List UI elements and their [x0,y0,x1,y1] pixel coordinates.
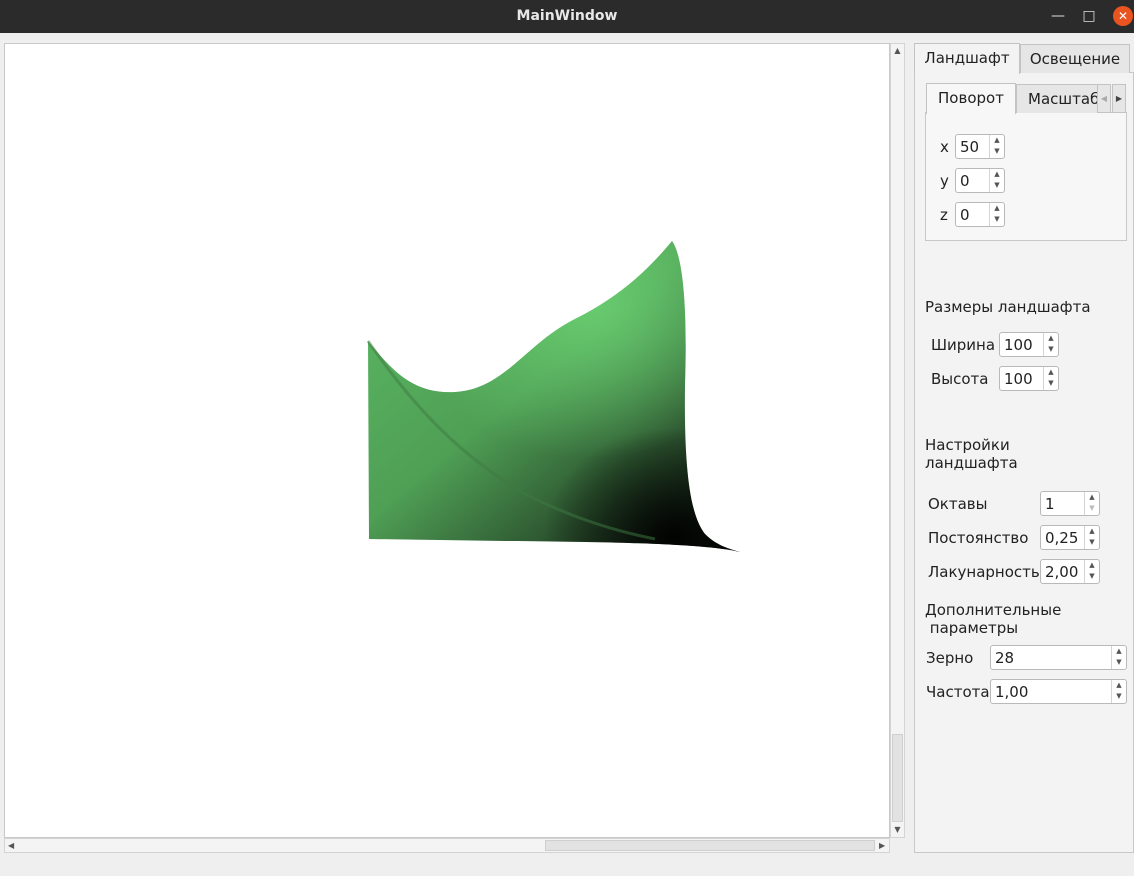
spin-up-icon[interactable]: ▲ [990,169,1004,180]
height-spinbox[interactable]: 100 ▲ ▼ [999,366,1059,391]
spin-down-icon[interactable]: ▼ [990,146,1004,157]
width-value: 100 [1004,336,1033,354]
frequency-label: Частота [926,683,990,701]
spin-down-icon[interactable]: ▼ [1085,503,1099,514]
persistence-value: 0,25 [1045,529,1079,547]
seed-value: 28 [995,649,1015,667]
tab-rotation[interactable]: Поворот [926,83,1016,114]
scroll-up-icon[interactable]: ▲ [891,46,904,55]
spin-down-icon[interactable]: ▼ [1044,378,1058,389]
size-heading: Размеры ландшафта [925,298,1091,316]
tab-right-arrow-icon[interactable]: ▶ [1112,84,1126,113]
frequency-spinbox[interactable]: 1,00 ▲ ▼ [990,679,1127,704]
spin-up-icon[interactable]: ▲ [1112,646,1126,657]
rotation-z-spinbox[interactable]: 0 ▲ ▼ [955,202,1005,227]
rotation-z-label: z [940,206,948,224]
width-label: Ширина [931,336,996,354]
spin-up-icon[interactable]: ▲ [990,135,1004,146]
tab-left-arrow-icon[interactable]: ◀ [1097,84,1111,113]
rotation-x-label: x [940,138,949,156]
horizontal-scrollbar[interactable]: ◀ ▶ [4,838,890,853]
width-spinbox[interactable]: 100 ▲ ▼ [999,332,1059,357]
spin-down-icon[interactable]: ▼ [990,214,1004,225]
lacunarity-value: 2,00 [1045,563,1079,581]
extra-heading-line1: Дополнительные [925,601,1062,619]
spin-up-icon[interactable]: ▲ [1044,367,1058,378]
seed-spinbox[interactable]: 28 ▲ ▼ [990,645,1127,670]
spin-up-icon[interactable]: ▲ [1044,333,1058,344]
scroll-left-icon[interactable]: ◀ [8,839,14,852]
scroll-down-icon[interactable]: ▼ [891,825,904,834]
spin-up-icon[interactable]: ▲ [1085,560,1099,571]
spin-down-icon[interactable]: ▼ [1044,344,1058,355]
spin-up-icon[interactable]: ▲ [1085,492,1099,503]
terrain-mesh [366,241,740,552]
horizontal-scroll-thumb[interactable] [545,840,875,851]
spin-up-icon[interactable]: ▲ [990,203,1004,214]
rotation-x-value: 50 [960,138,980,156]
spin-down-icon[interactable]: ▼ [1085,571,1099,582]
rotation-y-value: 0 [960,172,970,190]
spin-down-icon[interactable]: ▼ [1112,657,1126,668]
close-icon[interactable]: ✕ [1113,6,1133,26]
frequency-value: 1,00 [995,683,1029,701]
height-label: Высота [931,370,989,388]
octaves-value: 1 [1045,495,1055,513]
spin-down-icon[interactable]: ▼ [1085,537,1099,548]
octaves-label: Октавы [928,495,988,513]
seed-label: Зерно [926,649,974,667]
rotation-z-value: 0 [960,206,970,224]
tab-lighting[interactable]: Освещение [1020,44,1130,73]
tab-scroll-arrows: ◀ ▶ [1097,84,1127,113]
maximize-icon[interactable]: □ [1079,6,1099,26]
rotation-x-spinbox[interactable]: 50 ▲ ▼ [955,134,1005,159]
spin-up-icon[interactable]: ▲ [1085,526,1099,537]
settings-heading-line2: ландшафта [925,454,1018,472]
lacunarity-label: Лакунарность [928,563,1040,581]
vertical-scroll-thumb[interactable] [892,734,903,822]
rotation-y-label: y [940,172,949,190]
extra-heading-line2: параметры [925,619,1019,637]
persistence-label: Постоянство [928,529,1029,547]
lacunarity-spinbox[interactable]: 2,00 ▲ ▼ [1040,559,1100,584]
rotation-y-spinbox[interactable]: 0 ▲ ▼ [955,168,1005,193]
height-value: 100 [1004,370,1033,388]
title-bar: MainWindow — □ ✕ [0,0,1134,33]
spin-down-icon[interactable]: ▼ [1112,691,1126,702]
scroll-right-icon[interactable]: ▶ [879,839,885,852]
tab-scale[interactable]: Масштаб [1016,84,1102,113]
tab-landscape[interactable]: Ландшафт [914,43,1020,74]
octaves-spinbox[interactable]: 1 ▲ ▼ [1040,491,1100,516]
vertical-scrollbar[interactable]: ▲ ▼ [890,43,905,838]
persistence-spinbox[interactable]: 0,25 ▲ ▼ [1040,525,1100,550]
window-title: MainWindow [516,8,618,24]
settings-heading-line1: Настройки [925,436,1010,454]
spin-up-icon[interactable]: ▲ [1112,680,1126,691]
terrain-viewport[interactable] [4,43,890,838]
minimize-icon[interactable]: — [1048,6,1068,26]
spin-down-icon[interactable]: ▼ [990,180,1004,191]
